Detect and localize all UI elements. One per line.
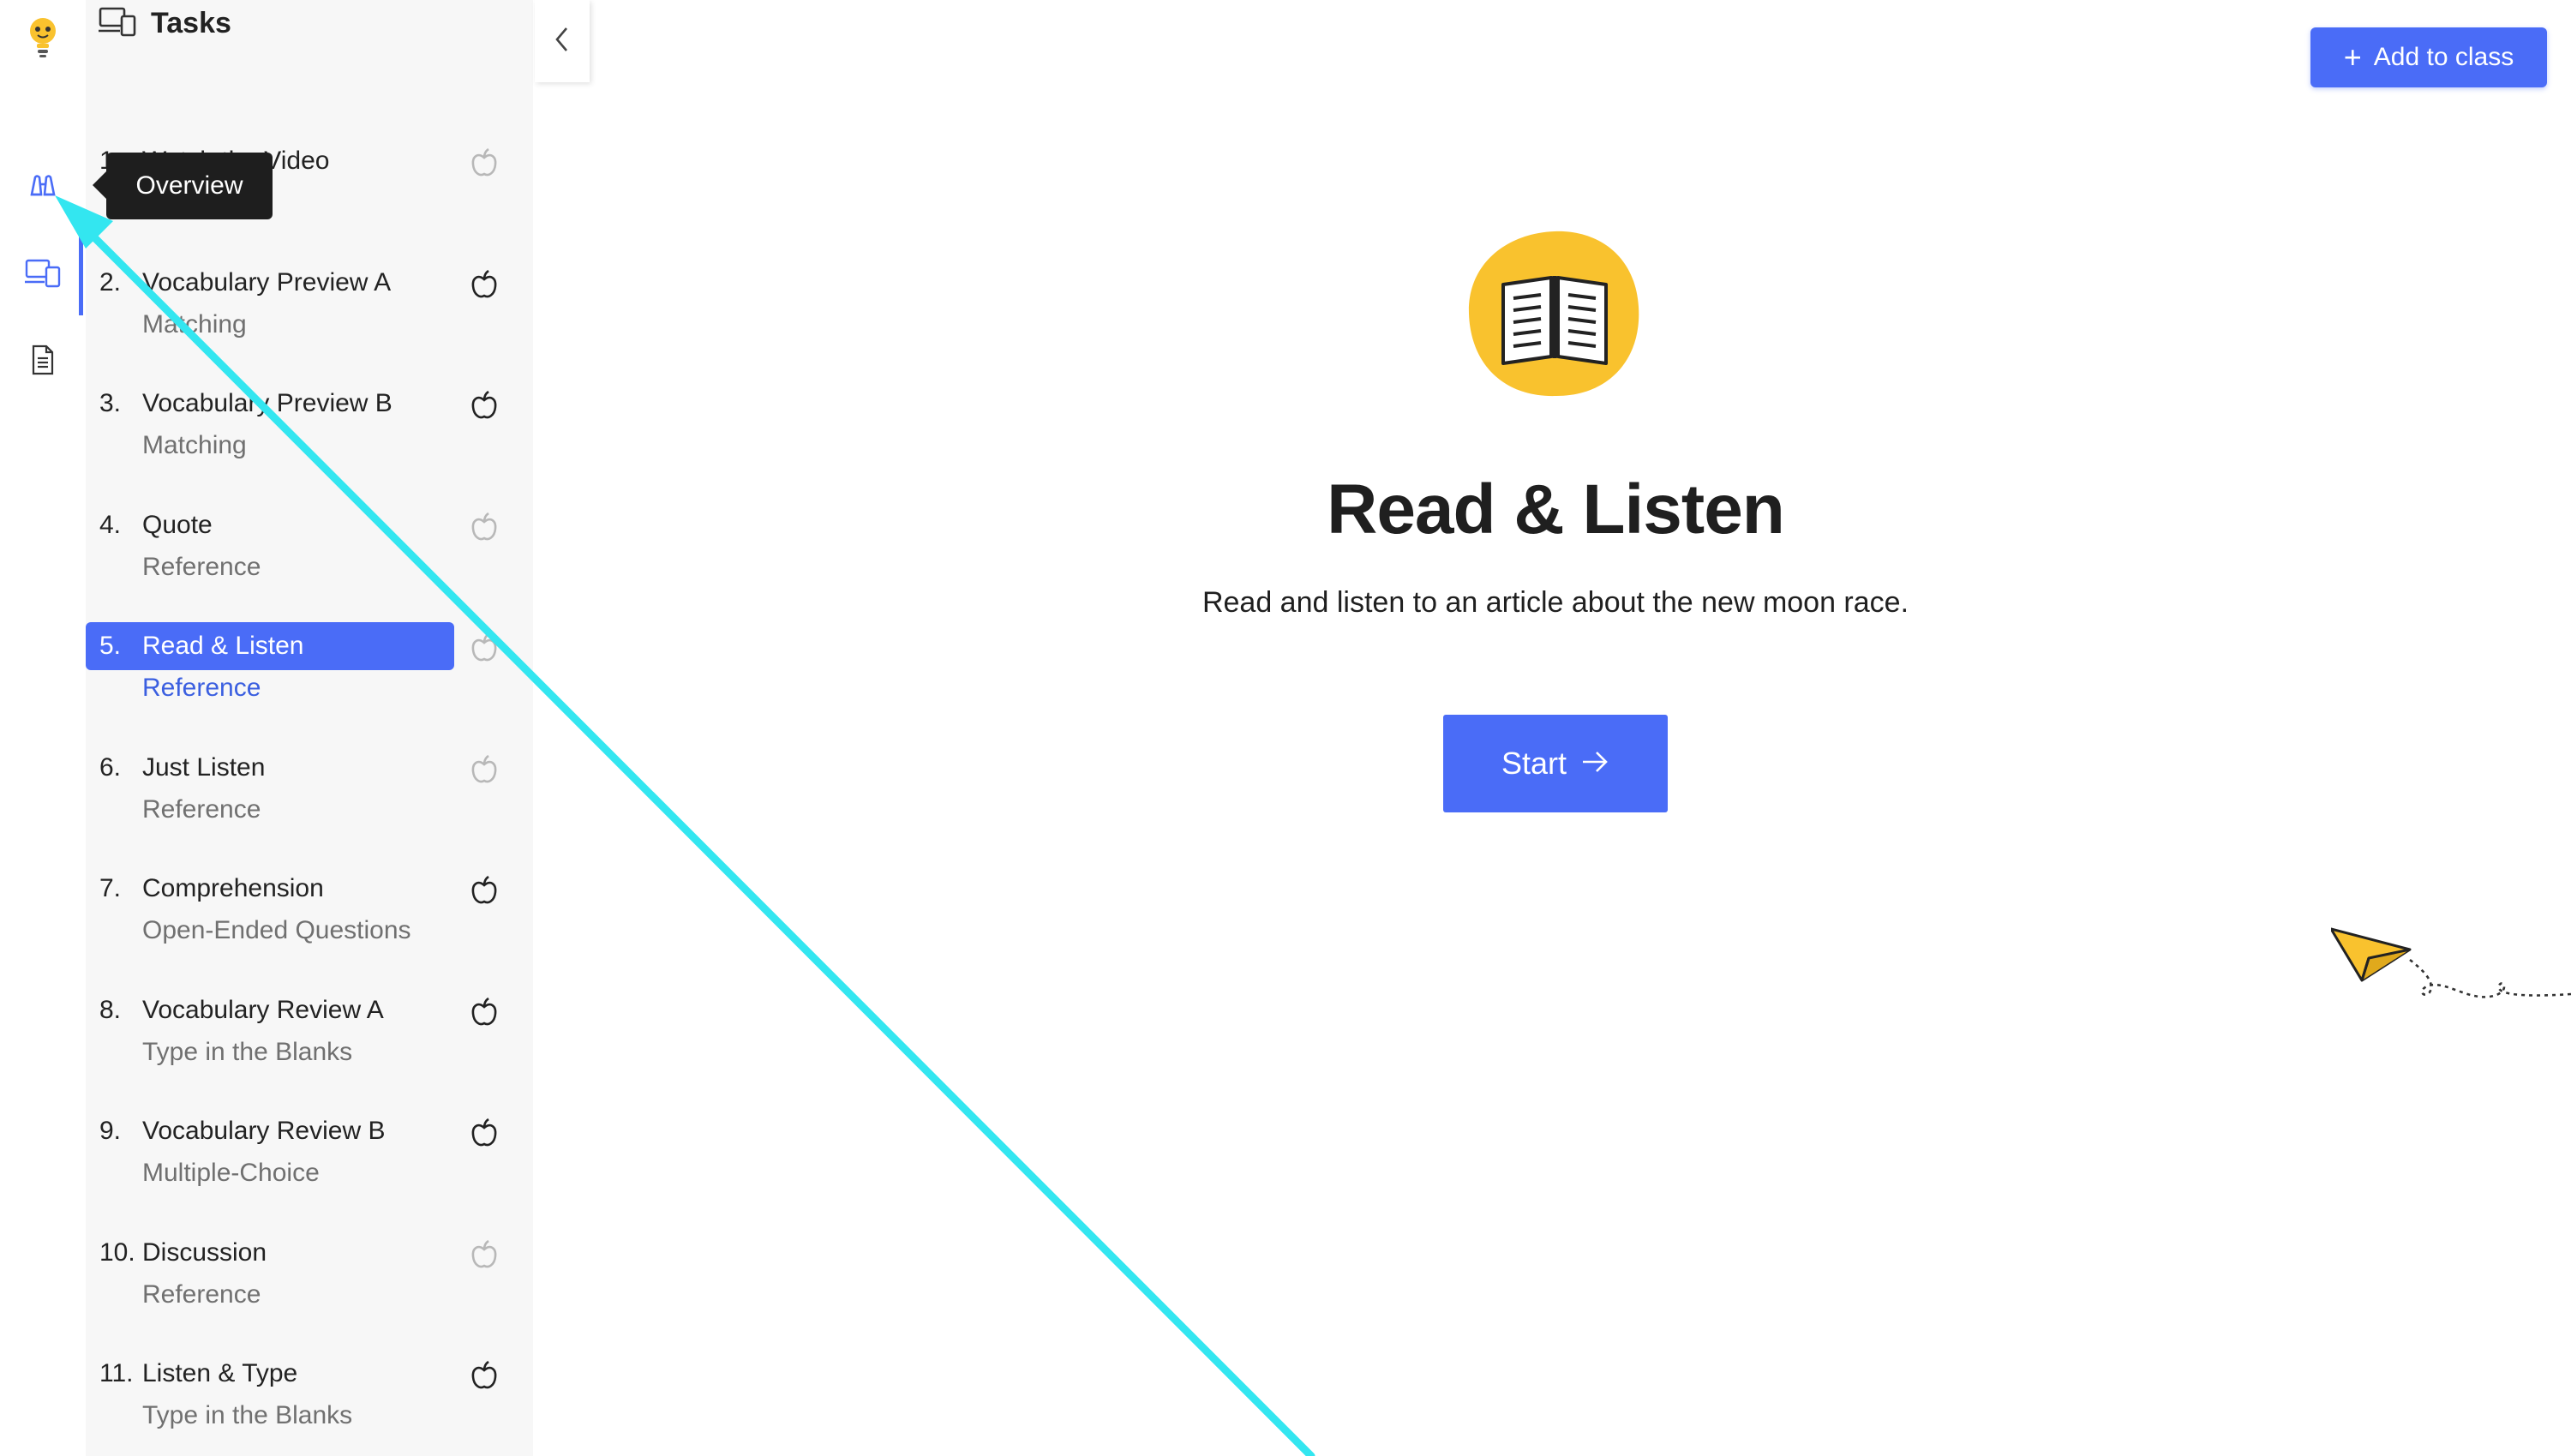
tasks-devices-icon (98, 5, 137, 42)
document-icon[interactable] (22, 339, 63, 380)
task-row[interactable]: 4. Quote (86, 501, 454, 549)
apple-icon (470, 754, 499, 785)
task-type: Type in the Blanks (142, 1037, 353, 1066)
task-name: Just Listen (142, 752, 266, 782)
paper-plane-icon (2329, 920, 2571, 1015)
task-item[interactable]: 3. Vocabulary Preview B Matching (86, 380, 514, 500)
task-type: Reference (142, 674, 261, 702)
apple-icon (470, 1239, 499, 1270)
task-row[interactable]: 3. Vocabulary Preview B (86, 380, 454, 428)
task-row[interactable]: 8. Vocabulary Review A (86, 986, 454, 1034)
plus-icon: + (2343, 39, 2362, 75)
devices-icon[interactable] (22, 252, 63, 293)
task-row[interactable]: 6. Just Listen (86, 744, 454, 792)
task-type: Reference (142, 1279, 261, 1309)
apple-icon (470, 632, 499, 663)
task-row[interactable]: 2. Vocabulary Preview A (86, 259, 454, 307)
task-item[interactable]: 9. Vocabulary Review B Multiple-Choice (86, 1107, 514, 1227)
task-item[interactable]: 7. Comprehension Open-Ended Questions (86, 865, 514, 985)
rail-active-indicator (79, 230, 83, 315)
start-label: Start (1501, 746, 1567, 781)
open-book-icon (1467, 228, 1642, 399)
apple-icon (470, 1360, 499, 1391)
task-row[interactable]: 10. Discussion (86, 1229, 454, 1277)
task-name: Listen & Type (142, 1359, 298, 1387)
tooltip-arrow (93, 171, 106, 199)
task-type: Matching (142, 309, 247, 339)
task-row[interactable]: 11. Listen & Type (86, 1350, 454, 1398)
task-type: Open-Ended Questions (142, 916, 411, 944)
task-type: Multiple-Choice (142, 1159, 320, 1187)
task-number: 8. (99, 995, 122, 1024)
task-name: Discussion (142, 1237, 267, 1267)
apple-icon (470, 1117, 499, 1148)
tasks-header: Tasks (98, 2, 231, 45)
task-name: Quote (142, 510, 213, 539)
activity-title: Read & Listen (1327, 470, 1785, 548)
binoculars-icon[interactable] (22, 165, 63, 206)
task-name: Vocabulary Preview B (142, 389, 393, 417)
add-to-class-label: Add to class (2373, 43, 2514, 71)
task-name: Vocabulary Review A (142, 995, 384, 1024)
task-type: Matching (142, 431, 247, 459)
task-number: 5. (99, 632, 122, 660)
task-item[interactable]: 6. Just Listen Reference (86, 744, 514, 864)
start-button[interactable]: Start (1443, 715, 1668, 812)
icon-rail (0, 0, 86, 1456)
task-number: 7. (99, 874, 122, 902)
task-item[interactable]: 8. Vocabulary Review A Type in the Blanks (86, 986, 514, 1106)
tasks-title: Tasks (151, 6, 231, 39)
task-item[interactable]: 2. Vocabulary Preview A Matching (86, 259, 514, 379)
apple-icon (470, 875, 499, 906)
task-number: 6. (99, 752, 122, 782)
apple-icon (470, 390, 499, 421)
task-number: 4. (99, 510, 122, 539)
task-item[interactable]: 11. Listen & Type Type in the Blanks (86, 1350, 514, 1456)
apple-icon (470, 512, 499, 542)
task-type: Reference (142, 552, 261, 581)
apple-icon (470, 269, 499, 300)
task-row[interactable]: 9. Vocabulary Review B (86, 1107, 454, 1155)
task-row[interactable]: 5. Read & Listen (86, 622, 454, 670)
task-name: Vocabulary Preview A (142, 267, 392, 297)
add-to-class-button[interactable]: + Add to class (2310, 27, 2547, 87)
task-number: 2. (99, 267, 122, 297)
task-type: Type in the Blanks (142, 1401, 353, 1429)
task-number: 11. (99, 1359, 134, 1387)
task-number: 9. (99, 1117, 122, 1145)
overview-tooltip: Overview (106, 153, 273, 219)
task-name: Vocabulary Review B (142, 1117, 386, 1145)
apple-icon (470, 997, 499, 1028)
task-type: Reference (142, 794, 261, 824)
chevron-left-icon (553, 25, 572, 58)
lightbulb-icon[interactable] (22, 17, 63, 58)
task-item[interactable]: 10. Discussion Reference (86, 1229, 514, 1349)
task-name: Comprehension (142, 874, 324, 902)
activity-description: Read and listen to an article about the … (1202, 586, 1909, 619)
task-item[interactable]: 5. Read & Listen Reference (86, 622, 514, 742)
collapse-panel-button[interactable] (535, 0, 590, 82)
task-row[interactable]: 7. Comprehension (86, 865, 454, 913)
task-number: 10. (99, 1237, 135, 1267)
task-number: 3. (99, 389, 122, 417)
apple-icon (470, 147, 499, 178)
task-name: Read & Listen (142, 632, 304, 660)
arrow-right-icon (1580, 746, 1609, 782)
task-item[interactable]: 4. Quote Reference (86, 501, 514, 621)
